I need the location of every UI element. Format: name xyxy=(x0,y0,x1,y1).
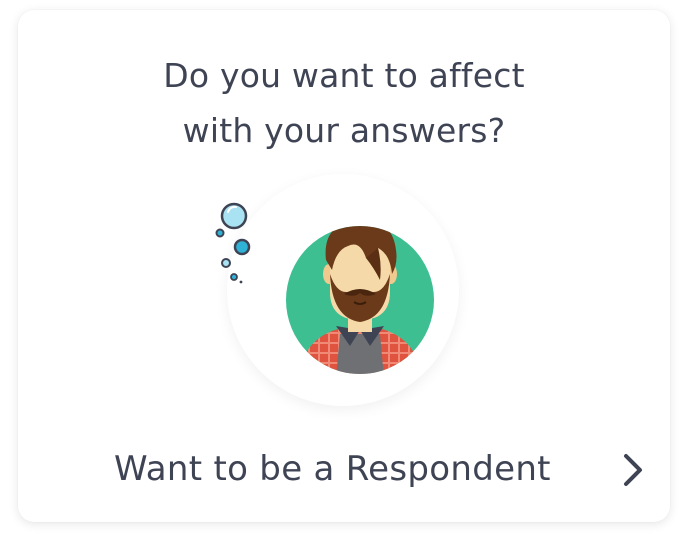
cta-label: Want to be a Respondent xyxy=(114,449,551,489)
question-line-2: with your answers? xyxy=(182,111,506,150)
chevron-right-icon xyxy=(624,454,642,486)
respondent-card: Do you want to affect with your answers? xyxy=(18,10,670,522)
question-line-1: Do you want to affect xyxy=(163,56,525,95)
question-heading: Do you want to affect with your answers? xyxy=(18,48,670,158)
bubbles-icon xyxy=(215,202,251,284)
bearded-man-avatar-icon xyxy=(215,202,434,374)
want-to-be-respondent-button[interactable]: Want to be a Respondent xyxy=(18,440,670,500)
